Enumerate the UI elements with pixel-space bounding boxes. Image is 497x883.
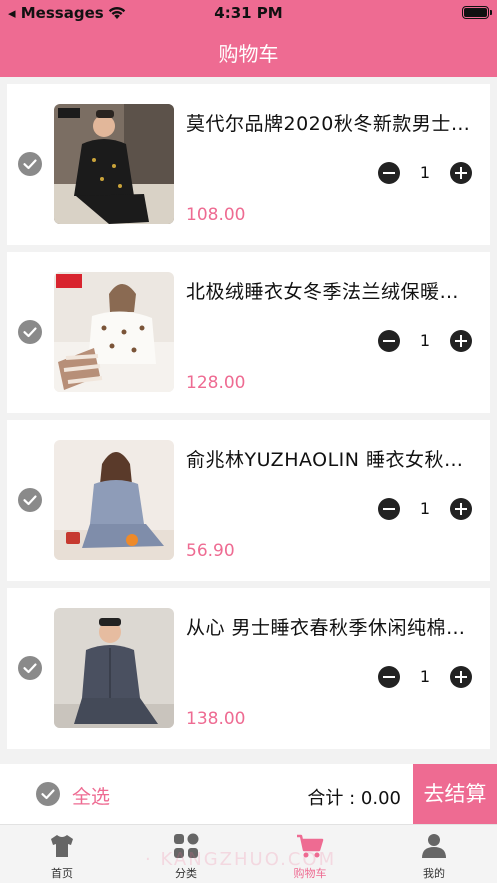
tab-label: 我的: [423, 867, 445, 880]
check-icon: [23, 159, 37, 170]
user-profile-icon: [422, 834, 446, 858]
check-icon: [23, 495, 37, 506]
clock: 4:31 PM: [214, 4, 283, 22]
quantity-stepper: 1: [378, 666, 472, 688]
item-checkbox[interactable]: [18, 152, 42, 176]
product-name[interactable]: 莫代尔品牌2020秋冬新款男士睡衣: [186, 109, 476, 136]
item-checkbox[interactable]: [18, 656, 42, 680]
checkout-bar: 全选 合计 : 0.00 去结算: [0, 764, 497, 824]
increase-quantity-button[interactable]: [450, 666, 472, 688]
product-price: 108.00: [186, 205, 246, 225]
check-icon: [23, 327, 37, 338]
quantity-value: 1: [419, 667, 431, 686]
product-thumbnail[interactable]: [54, 272, 174, 392]
increase-quantity-button[interactable]: [450, 498, 472, 520]
watermark: · KANGZHUO.COM: [145, 849, 337, 870]
tab-label: 首页: [51, 867, 73, 880]
decrease-quantity-button[interactable]: [378, 666, 400, 688]
item-checkbox[interactable]: [18, 488, 42, 512]
select-all-label[interactable]: 全选: [72, 782, 110, 809]
cart-item: 莫代尔品牌2020秋冬新款男士睡衣 1 108.00: [7, 84, 490, 245]
status-bar: ◂ Messages 4:31 PM: [0, 0, 497, 27]
quantity-stepper: 1: [378, 330, 472, 352]
cart-item: 俞兆林YUZHAOLIN 睡衣女秋冬季 1 56.90: [7, 420, 490, 581]
product-price: 56.90: [186, 541, 235, 561]
checkout-button[interactable]: 去结算: [413, 764, 497, 824]
product-price: 128.00: [186, 373, 246, 393]
quantity-stepper: 1: [378, 162, 472, 184]
increase-quantity-button[interactable]: [450, 330, 472, 352]
shirt-icon: [51, 835, 73, 857]
decrease-quantity-button[interactable]: [378, 330, 400, 352]
quantity-value: 1: [419, 499, 431, 518]
decrease-quantity-button[interactable]: [378, 162, 400, 184]
total-amount: 合计 : 0.00: [307, 788, 401, 809]
product-thumbnail[interactable]: [54, 104, 174, 224]
item-checkbox[interactable]: [18, 320, 42, 344]
page-title: 购物车: [218, 42, 279, 66]
quantity-value: 1: [419, 163, 431, 182]
quantity-stepper: 1: [378, 498, 472, 520]
quantity-value: 1: [419, 331, 431, 350]
product-thumbnail[interactable]: [54, 608, 174, 728]
decrease-quantity-button[interactable]: [378, 498, 400, 520]
product-name[interactable]: 俞兆林YUZHAOLIN 睡衣女秋冬季: [186, 445, 476, 472]
nav-bar: 购物车: [0, 27, 497, 77]
select-all-checkbox[interactable]: [36, 782, 60, 806]
product-name[interactable]: 从心 男士睡衣春秋季休闲纯棉家居服: [186, 613, 476, 640]
battery-icon: [462, 6, 492, 19]
product-price: 138.00: [186, 709, 246, 729]
product-thumbnail[interactable]: [54, 440, 174, 560]
product-name[interactable]: 北极绒睡衣女冬季法兰绒保暖家居服: [186, 277, 476, 304]
tab-profile[interactable]: 我的: [372, 831, 496, 881]
increase-quantity-button[interactable]: [450, 162, 472, 184]
cart-item: 从心 男士睡衣春秋季休闲纯棉家居服 1 138.00: [7, 588, 490, 749]
cart-item: 北极绒睡衣女冬季法兰绒保暖家居服 1 128.00: [7, 252, 490, 413]
check-icon: [23, 663, 37, 674]
tab-home[interactable]: 首页: [0, 831, 124, 881]
check-icon: [41, 789, 55, 800]
